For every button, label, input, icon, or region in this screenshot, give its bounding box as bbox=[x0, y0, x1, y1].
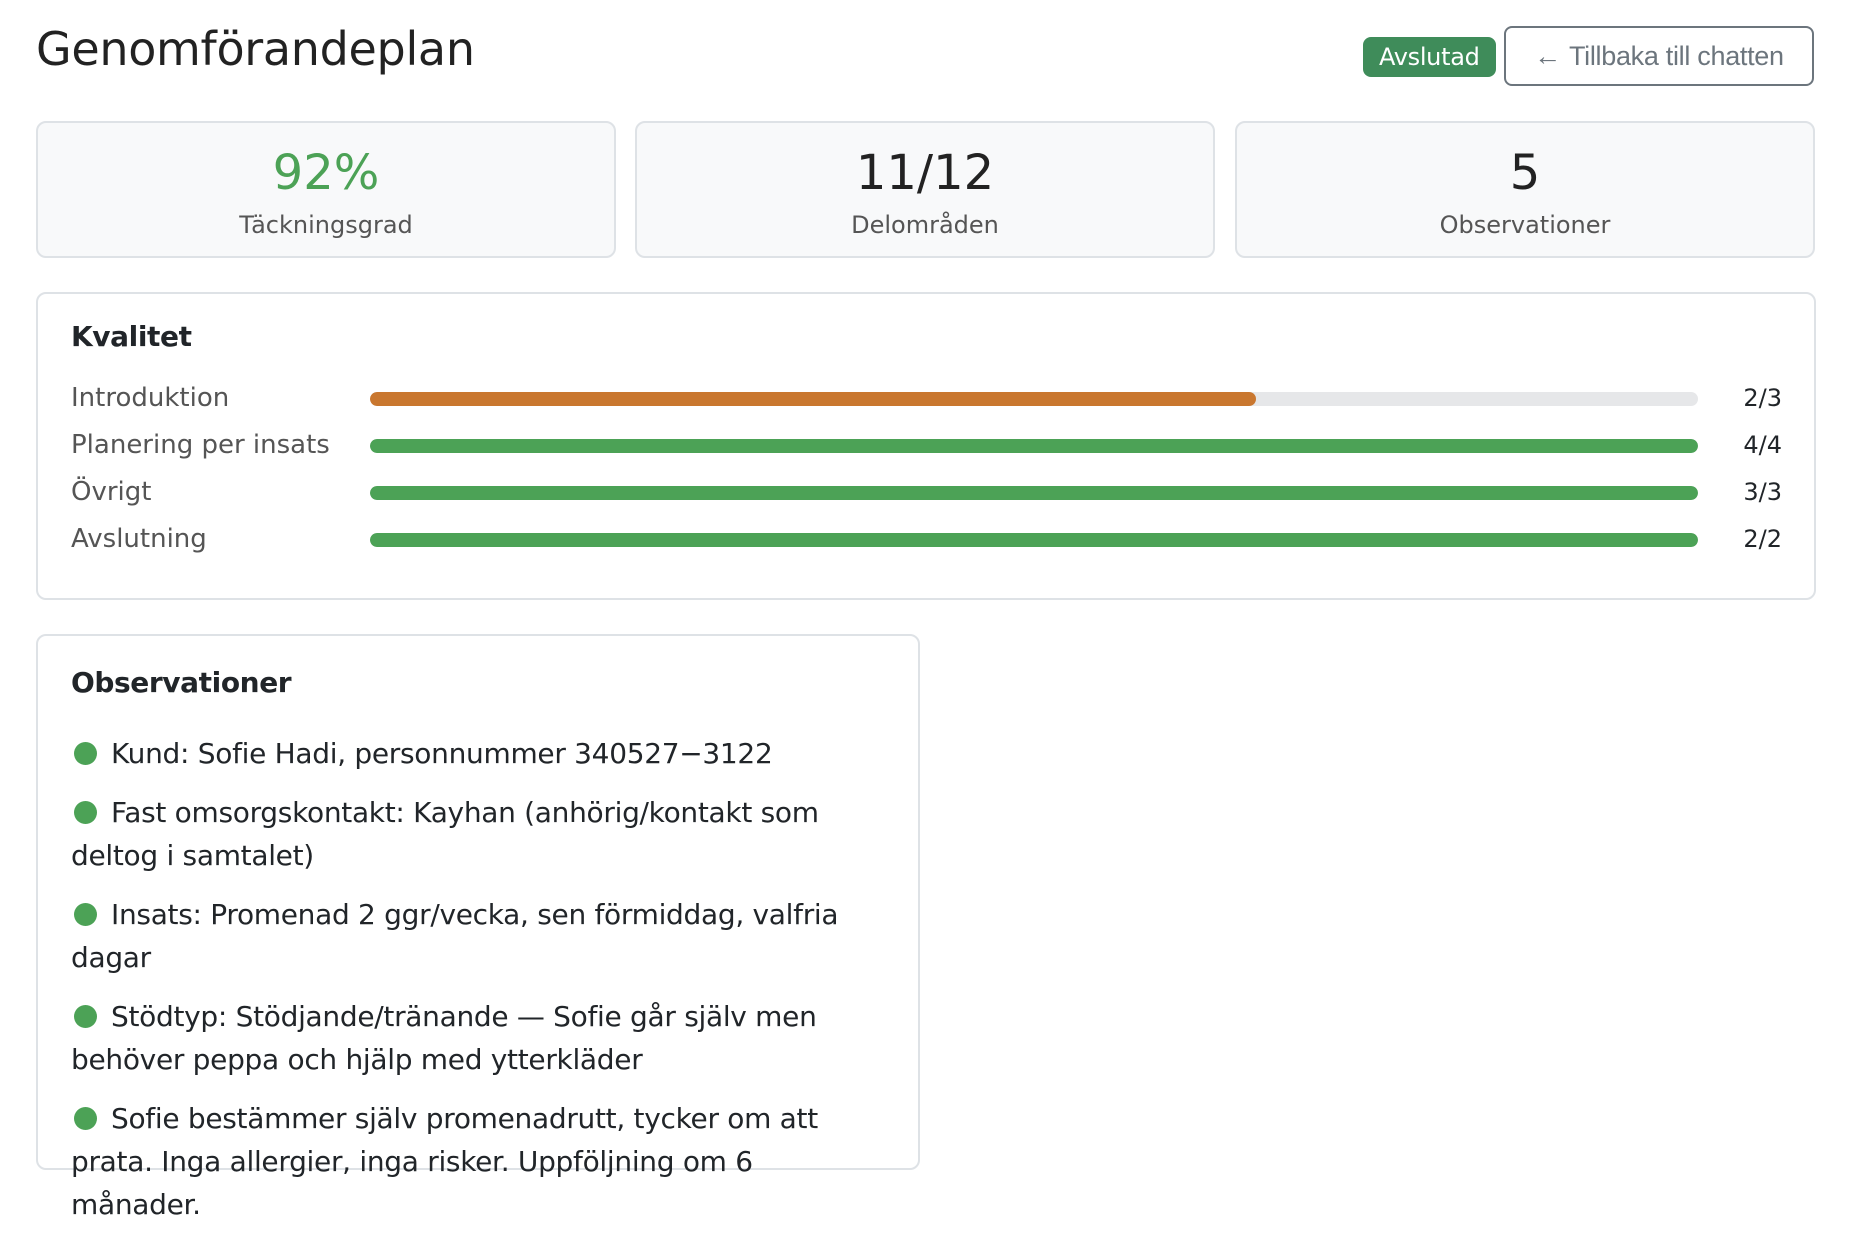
observation-text: Kund: Sofie Hadi, personnummer 340527−31… bbox=[111, 737, 773, 770]
observation-text: Sofie bestämmer själv promenadrutt, tyck… bbox=[71, 1102, 818, 1221]
page-title: Genomförandeplan bbox=[36, 22, 475, 76]
observations-title: Observationer bbox=[71, 666, 292, 699]
status-badge: Avslutad bbox=[1363, 37, 1496, 77]
progress-fill bbox=[370, 533, 1698, 547]
list-item: Insats: Promenad 2 ggr/vecka, sen förmid… bbox=[71, 893, 891, 979]
quality-title: Kvalitet bbox=[71, 320, 192, 353]
subareas-label: Delområden bbox=[851, 211, 999, 239]
quality-label: Övrigt bbox=[71, 477, 152, 507]
stat-card-subareas: 11/12 Delområden bbox=[635, 121, 1215, 258]
coverage-label: Täckningsgrad bbox=[239, 211, 413, 239]
quality-panel: Kvalitet Introduktion 2/3 Planering per … bbox=[36, 292, 1816, 600]
back-to-chat-label: Tillbaka till chatten bbox=[1568, 41, 1784, 71]
progress-track bbox=[370, 486, 1698, 500]
list-item: Sofie bestämmer själv promenadrutt, tyck… bbox=[71, 1097, 891, 1226]
list-item: Kund: Sofie Hadi, personnummer 340527−31… bbox=[71, 732, 891, 775]
status-dot-icon bbox=[74, 1107, 97, 1130]
observation-text: Fast omsorgskontakt: Kayhan (anhörig/kon… bbox=[71, 796, 819, 872]
observation-text: Stödtyp: Stödjande/tränande — Sofie går … bbox=[71, 1000, 817, 1076]
quality-score: 3/3 bbox=[1743, 478, 1782, 506]
observations-list: Kund: Sofie Hadi, personnummer 340527−31… bbox=[71, 732, 891, 1242]
list-item: Stödtyp: Stödjande/tränande — Sofie går … bbox=[71, 995, 891, 1081]
quality-row-ovrigt: Övrigt 3/3 bbox=[38, 472, 1814, 512]
status-dot-icon bbox=[74, 903, 97, 926]
stat-card-coverage: 92% Täckningsgrad bbox=[36, 121, 616, 258]
observations-count-value: 5 bbox=[1509, 145, 1541, 201]
progress-fill bbox=[370, 439, 1698, 453]
status-dot-icon bbox=[74, 742, 97, 765]
progress-track bbox=[370, 392, 1698, 406]
quality-row-avslutning: Avslutning 2/2 bbox=[38, 519, 1814, 559]
progress-fill bbox=[370, 486, 1698, 500]
observations-panel: Observationer Kund: Sofie Hadi, personnu… bbox=[36, 634, 920, 1221]
status-dot-icon bbox=[74, 801, 97, 824]
progress-track bbox=[370, 533, 1698, 547]
stat-card-observations: 5 Observationer bbox=[1235, 121, 1815, 258]
observation-text: Insats: Promenad 2 ggr/vecka, sen förmid… bbox=[71, 898, 839, 974]
list-item: Fast omsorgskontakt: Kayhan (anhörig/kon… bbox=[71, 791, 891, 877]
progress-track bbox=[370, 439, 1698, 453]
arrow-left-icon: ← bbox=[1534, 41, 1561, 71]
status-dot-icon bbox=[74, 1005, 97, 1028]
quality-label: Introduktion bbox=[71, 383, 230, 413]
quality-score: 2/3 bbox=[1743, 384, 1782, 412]
quality-score: 4/4 bbox=[1743, 431, 1782, 459]
quality-label: Planering per insats bbox=[71, 430, 330, 460]
back-to-chat-button[interactable]: ← Tillbaka till chatten bbox=[1504, 26, 1814, 86]
quality-row-introduktion: Introduktion 2/3 bbox=[38, 378, 1814, 418]
quality-row-planering: Planering per insats 4/4 bbox=[38, 425, 1814, 465]
subareas-value: 11/12 bbox=[855, 145, 995, 201]
quality-score: 2/2 bbox=[1743, 525, 1782, 553]
coverage-value: 92% bbox=[272, 145, 380, 201]
observations-count-label: Observationer bbox=[1439, 211, 1611, 239]
quality-label: Avslutning bbox=[71, 524, 207, 554]
progress-fill bbox=[370, 392, 1256, 406]
